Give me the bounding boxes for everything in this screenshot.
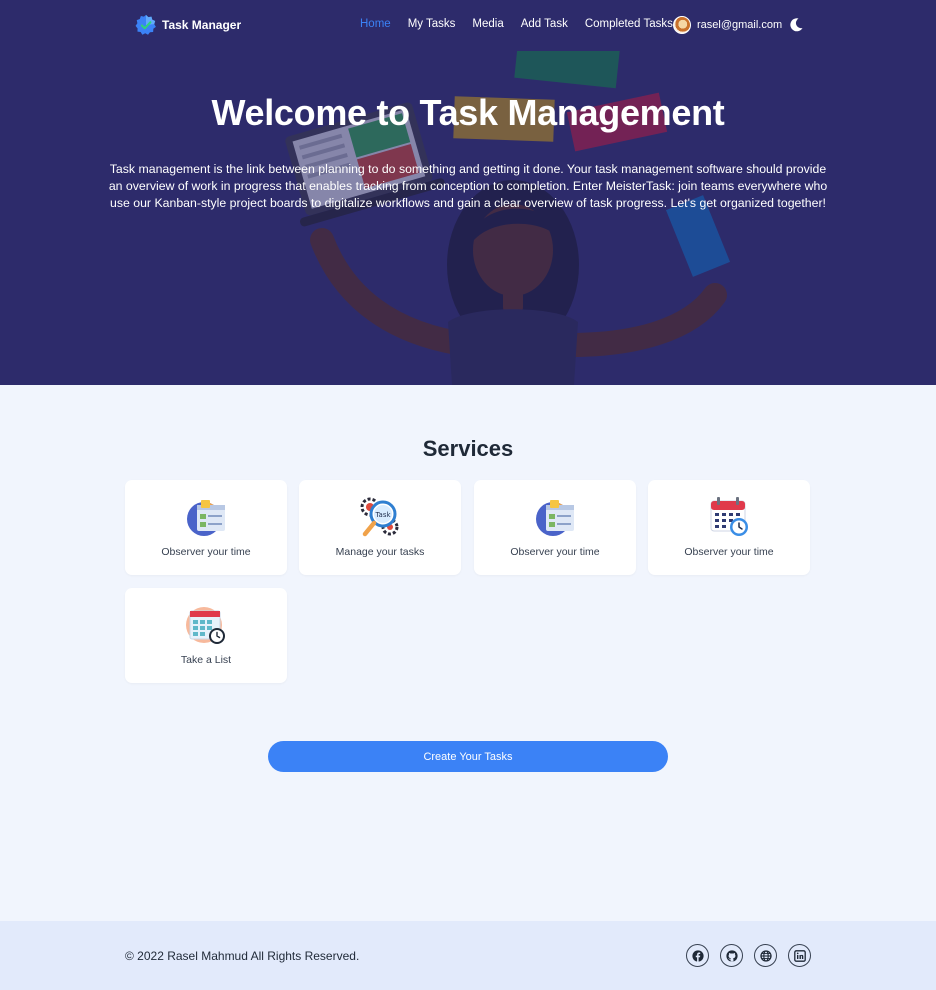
avatar[interactable] [673, 16, 691, 34]
calendar-list-clock-icon [186, 607, 225, 644]
user-email: rasel@gmail.com [697, 19, 783, 31]
service-card[interactable]: Observer your time [474, 480, 636, 575]
copyright-text: © 2022 Rasel Mahmud All Rights Reserved. [125, 949, 360, 963]
globe-icon [759, 949, 772, 962]
footer: © 2022 Rasel Mahmud All Rights Reserved. [0, 921, 936, 990]
service-card[interactable]: Observer your time [125, 480, 287, 575]
hero-description: Task management is the link between plan… [108, 162, 828, 210]
service-card[interactable]: Take a List [125, 588, 287, 683]
clipboard-chart-icon [187, 500, 225, 536]
create-tasks-button[interactable]: Create Your Tasks [268, 741, 668, 772]
brand[interactable]: Task Manager [135, 14, 241, 36]
hero-title: Welcome to Task Management [211, 92, 725, 133]
nav-home[interactable]: Home [360, 18, 391, 30]
main-nav: Home My Tasks Media Add Task Completed T… [360, 18, 673, 30]
service-label: Observer your time [161, 546, 251, 558]
github-link[interactable] [720, 944, 743, 967]
brand-name: Task Manager [162, 18, 242, 32]
hero-section: Welcome to Task Management Task manageme… [0, 0, 936, 385]
service-label: Manage your tasks [335, 546, 425, 558]
github-icon [725, 949, 738, 962]
clipboard-chart-icon [536, 500, 574, 536]
user-menu[interactable]: rasel@gmail.com [673, 16, 782, 34]
service-label: Observer your time [684, 546, 774, 558]
calendar-clock-icon [710, 497, 748, 536]
task-magnifier-gear-icon: Task [360, 497, 399, 537]
service-card[interactable]: Task Manage your tasks [299, 480, 461, 575]
badge-check-icon [135, 14, 156, 35]
svg-text:Task: Task [374, 511, 391, 519]
linkedin-icon [793, 949, 806, 962]
facebook-link[interactable] [686, 944, 709, 967]
service-label: Take a List [180, 654, 232, 666]
nav-my-tasks[interactable]: My Tasks [408, 18, 456, 30]
service-card[interactable]: Observer your time [648, 480, 810, 575]
nav-add-task[interactable]: Add Task [521, 18, 568, 30]
service-label: Observer your time [510, 546, 600, 558]
moon-icon[interactable] [788, 17, 804, 33]
linkedin-link[interactable] [788, 944, 811, 967]
facebook-icon [691, 949, 704, 962]
nav-completed-tasks[interactable]: Completed Tasks [585, 18, 673, 30]
services-title: Services [422, 436, 514, 461]
nav-media[interactable]: Media [472, 18, 503, 30]
navbar: Task Manager Home My Tasks Media Add Tas… [0, 0, 936, 51]
website-link[interactable] [754, 944, 777, 967]
